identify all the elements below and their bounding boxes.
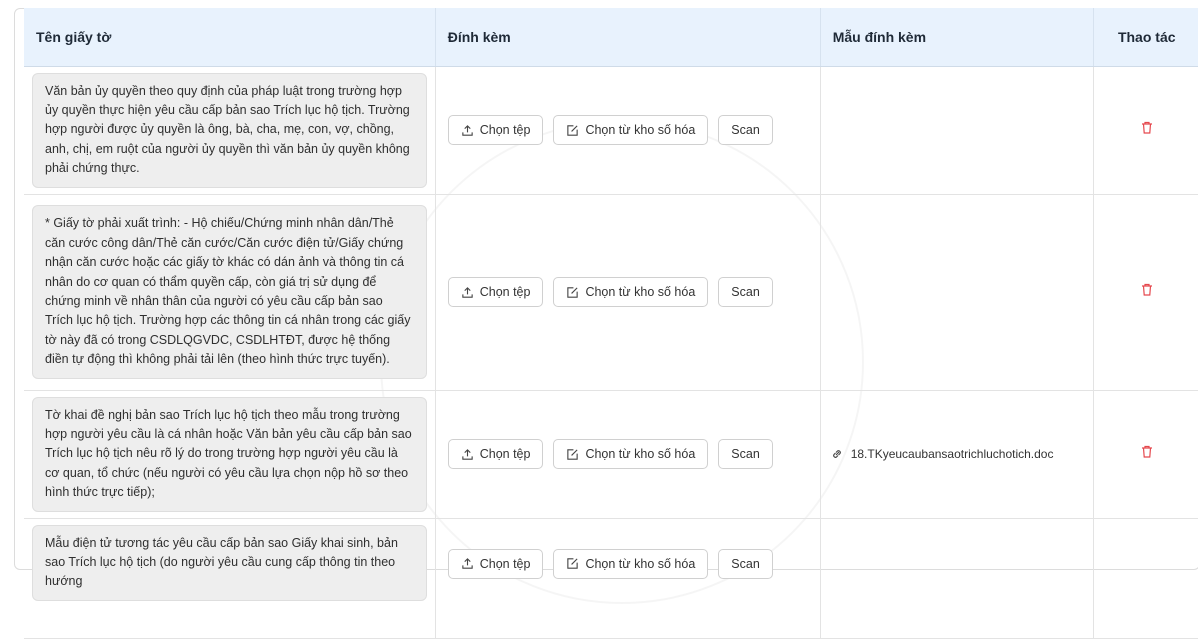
- choose-from-repository-label: Chọn từ kho số hóa: [585, 285, 696, 300]
- delete-icon[interactable]: [1141, 445, 1153, 458]
- table-row: Văn bản ủy quyền theo quy định của pháp …: [24, 66, 1198, 195]
- sample-attachment-cell: [820, 194, 1094, 391]
- upload-icon: [462, 558, 473, 569]
- sample-file-link[interactable]: 18.TKyeucaubansaotrichluchotich.doc: [821, 447, 1093, 461]
- sample-attachment-cell: [820, 518, 1094, 639]
- documents-table-wrapper: Tên giấy tờ Đính kèm Mẫu đính kèm Thao t…: [12, 8, 1198, 639]
- table-row: Mẫu điện tử tương tác yêu cầu cấp bản sa…: [24, 518, 1198, 639]
- attachment-cell: Chọn tệp Chọn từ kho số hóa Scan: [435, 390, 821, 519]
- scan-button[interactable]: Scan: [718, 439, 773, 470]
- document-name-cell: Tờ khai đề nghị bản sao Trích lục hộ tịc…: [24, 390, 436, 519]
- scan-button[interactable]: Scan: [718, 115, 773, 146]
- document-name-text: Văn bản ủy quyền theo quy định của pháp …: [32, 72, 427, 188]
- upload-icon: [462, 448, 473, 460]
- choose-from-repository-button[interactable]: Chọn từ kho số hóa: [553, 548, 709, 579]
- header-document-name: Tên giấy tờ: [24, 8, 436, 67]
- choose-from-repository-button[interactable]: Chọn từ kho số hóa: [553, 439, 709, 470]
- choose-from-repository-label: Chọn từ kho số hóa: [585, 556, 696, 571]
- link-icon: [832, 450, 841, 458]
- document-name-text: Tờ khai đề nghị bản sao Trích lục hộ tịc…: [32, 396, 427, 512]
- document-name-cell: Mẫu điện tử tương tác yêu cầu cấp bản sa…: [24, 518, 436, 639]
- table-header-row: Tên giấy tờ Đính kèm Mẫu đính kèm Thao t…: [24, 8, 1198, 67]
- document-name-text: Mẫu điện tử tương tác yêu cầu cấp bản sa…: [32, 524, 427, 601]
- choose-file-label: Chọn tệp: [479, 285, 531, 300]
- edit-square-icon: [567, 286, 579, 298]
- actions-cell: [1093, 390, 1198, 519]
- scan-label: Scan: [731, 285, 760, 300]
- scan-label: Scan: [731, 447, 760, 462]
- choose-file-label: Chọn tệp: [479, 123, 531, 138]
- header-actions: Thao tác: [1093, 8, 1198, 67]
- edit-square-icon: [567, 558, 579, 569]
- scan-button[interactable]: Scan: [718, 548, 773, 579]
- edit-square-icon: [567, 124, 579, 136]
- choose-file-button[interactable]: Chọn tệp: [447, 548, 544, 579]
- choose-from-repository-label: Chọn từ kho số hóa: [585, 447, 696, 462]
- document-name-text: * Giấy tờ phải xuất trình: - Hộ chiếu/Ch…: [32, 205, 427, 379]
- sample-file-name: 18.TKyeucaubansaotrichluchotich.doc: [850, 447, 1054, 462]
- delete-icon[interactable]: [1141, 283, 1153, 296]
- table-row: Tờ khai đề nghị bản sao Trích lục hộ tịc…: [24, 390, 1198, 519]
- upload-icon: [462, 124, 473, 136]
- choose-file-button[interactable]: Chọn tệp: [447, 277, 544, 308]
- choose-file-button[interactable]: Chọn tệp: [447, 439, 544, 470]
- attachment-cell: Chọn tệp Chọn từ kho số hóa Scan: [435, 194, 821, 391]
- choose-from-repository-button[interactable]: Chọn từ kho số hóa: [553, 277, 709, 308]
- header-sample-attachment: Mẫu đính kèm: [820, 8, 1094, 67]
- edit-square-icon: [567, 448, 579, 460]
- delete-icon[interactable]: [1141, 121, 1153, 134]
- choose-from-repository-label: Chọn từ kho số hóa: [585, 123, 696, 138]
- actions-cell: [1093, 194, 1198, 391]
- table-row: * Giấy tờ phải xuất trình: - Hộ chiếu/Ch…: [24, 194, 1198, 391]
- scan-label: Scan: [731, 123, 760, 138]
- sample-attachment-cell: [820, 66, 1094, 195]
- choose-file-button[interactable]: Chọn tệp: [447, 115, 544, 146]
- scan-button[interactable]: Scan: [718, 277, 773, 308]
- document-name-cell: Văn bản ủy quyền theo quy định của pháp …: [24, 66, 436, 195]
- actions-cell: [1093, 518, 1198, 639]
- choose-from-repository-button[interactable]: Chọn từ kho số hóa: [553, 115, 709, 146]
- choose-file-label: Chọn tệp: [479, 556, 531, 571]
- attachment-cell: Chọn tệp Chọn từ kho số hóa Scan: [435, 66, 821, 195]
- upload-icon: [462, 286, 473, 298]
- header-attachment: Đính kèm: [435, 8, 821, 67]
- document-name-cell: * Giấy tờ phải xuất trình: - Hộ chiếu/Ch…: [24, 194, 436, 391]
- actions-cell: [1093, 66, 1198, 195]
- documents-table: Tên giấy tờ Đính kèm Mẫu đính kèm Thao t…: [24, 8, 1198, 639]
- sample-attachment-cell: 18.TKyeucaubansaotrichluchotich.doc: [820, 390, 1094, 519]
- scan-label: Scan: [731, 556, 760, 571]
- choose-file-label: Chọn tệp: [479, 447, 531, 462]
- attachment-cell: Chọn tệp Chọn từ kho số hóa Scan: [435, 518, 821, 639]
